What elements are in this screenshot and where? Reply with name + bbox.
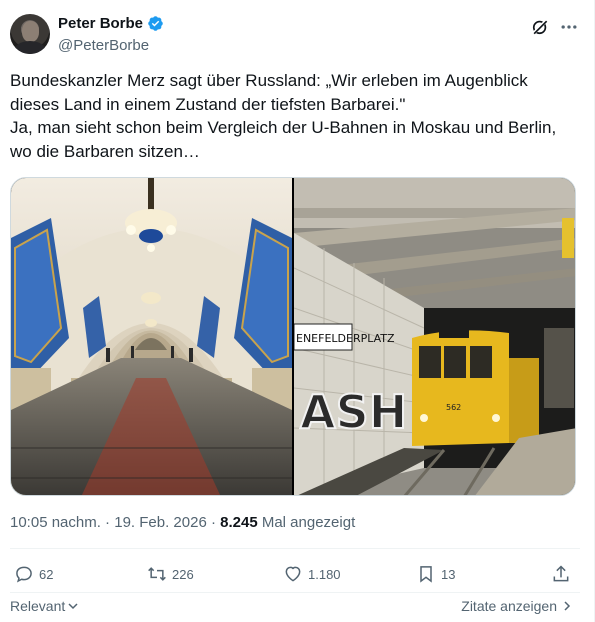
handle[interactable]: @PeterBorbe	[58, 37, 149, 54]
avatar[interactable]	[10, 14, 50, 54]
berlin-ubahn-image[interactable]: ENEFELDERPLATZ ASH 562	[294, 178, 576, 496]
like-count: 1.180	[308, 566, 341, 582]
more-options-icon[interactable]	[559, 17, 579, 37]
share-button[interactable]	[551, 564, 571, 584]
display-name[interactable]: Peter Borbe	[58, 15, 143, 32]
bookmark-button[interactable]: 13	[416, 564, 455, 584]
sort-label: Relevant	[10, 598, 66, 614]
grok-icon[interactable]	[530, 17, 550, 37]
graffiti-text: ASH	[300, 385, 407, 439]
reply-icon	[16, 566, 32, 583]
views-count: 8.245	[220, 514, 258, 531]
moscow-metro-image[interactable]	[11, 178, 292, 496]
tweet-meta: 10:05 nachm. · 19. Feb. 2026 · 8.245 Mal…	[10, 514, 355, 531]
media-grid: ENEFELDERPLATZ ASH 562	[10, 177, 576, 496]
sort-dropdown[interactable]: Relevant	[10, 598, 79, 614]
timestamp[interactable]: 10:05 nachm. · 19. Feb. 2026 ·	[10, 514, 220, 531]
like-button[interactable]: 1.180	[283, 564, 341, 584]
bookmark-icon	[420, 566, 432, 583]
train-number-text: 562	[446, 403, 461, 412]
action-bar: 62 226 1.180 13	[10, 556, 580, 592]
heart-icon	[285, 566, 301, 582]
reply-button[interactable]: 62	[14, 564, 53, 584]
chevron-right-icon	[564, 601, 571, 611]
view-quotes-link[interactable]: Zitate anzeigen	[461, 598, 573, 614]
repost-count: 226	[172, 566, 194, 582]
station-sign-text: ENEFELDERPLATZ	[296, 332, 395, 345]
verified-badge-icon	[148, 16, 163, 31]
share-icon	[553, 565, 569, 582]
divider-bottom	[10, 592, 580, 593]
divider-top	[10, 548, 580, 549]
reply-count: 62	[39, 566, 54, 582]
name-row: Peter Borbe	[58, 15, 164, 32]
repost-icon	[148, 567, 166, 581]
bookmark-count: 13	[441, 566, 456, 582]
repost-button[interactable]: 226	[147, 564, 194, 584]
quotes-label: Zitate anzeigen	[461, 598, 557, 614]
views-label: Mal angezeigt	[257, 514, 356, 531]
chevron-down-icon	[68, 603, 78, 610]
tweet-text: Bundeskanzler Merz sagt über Russland: „…	[10, 71, 557, 161]
tweet-header: Peter Borbe @PeterBorbe	[10, 14, 580, 58]
